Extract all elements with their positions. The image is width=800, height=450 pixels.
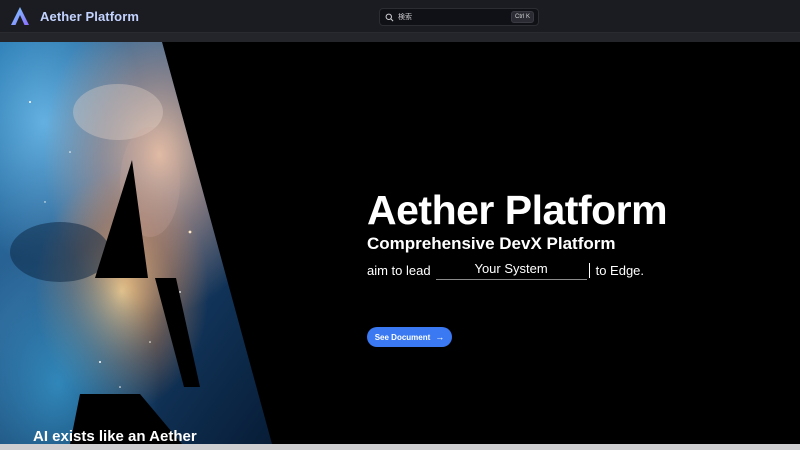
see-document-button[interactable]: See Document → [367, 327, 452, 347]
search-shortcut-hint: Ctrl K [511, 11, 534, 23]
aether-a-logo-icon [11, 7, 29, 25]
tagline-suffix: to Edge. [595, 263, 645, 278]
top-navigation-bar: Aether Platform 検索 Ctrl K [0, 0, 800, 33]
bottom-edge-strip [0, 444, 800, 450]
tagline-prefix: aim to lead [367, 263, 431, 278]
see-document-label: See Document [374, 332, 431, 342]
search-icon [385, 13, 394, 21]
secondary-bar [0, 33, 800, 42]
arrow-right-icon: → [435, 331, 445, 342]
hero-text-block: Aether Platform Comprehensive DevX Platf… [367, 188, 797, 280]
hero-tagline: aim to lead Your System to Edge. [367, 260, 797, 280]
hero-section: Aether Platform Comprehensive DevX Platf… [0, 42, 800, 444]
hero-subtitle: Comprehensive DevX Platform [367, 234, 616, 253]
search-bar[interactable]: 検索 Ctrl K [379, 8, 539, 26]
nebula-a-artwork [0, 42, 272, 444]
hero-title: Aether Platform [367, 187, 668, 233]
search-placeholder: 検索 [398, 14, 412, 21]
brand-home-link[interactable]: Aether Platform [10, 6, 139, 26]
typing-caret [588, 263, 590, 278]
brand-title: Aether Platform [40, 8, 140, 24]
tagline-typed-text: Your System [435, 260, 587, 280]
